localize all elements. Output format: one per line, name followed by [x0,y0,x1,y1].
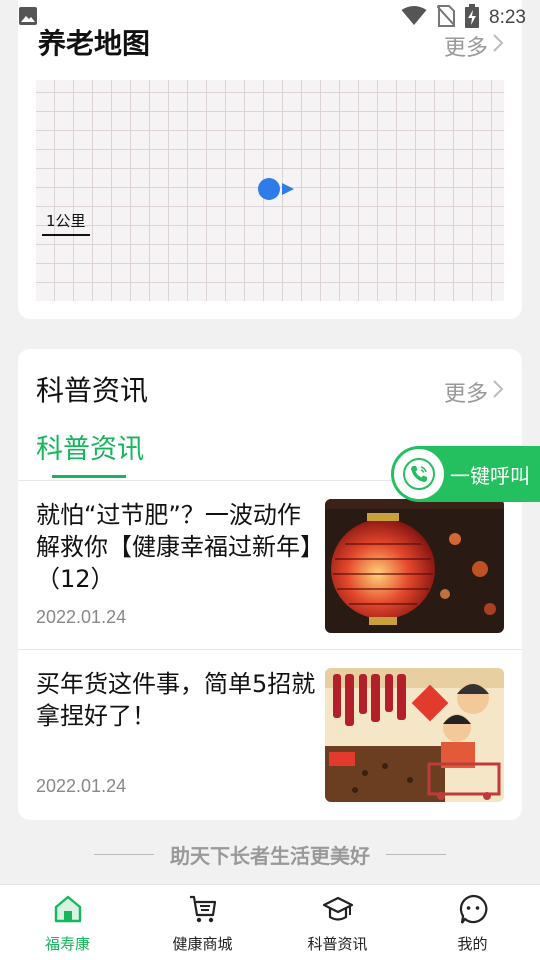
home-icon [52,893,84,929]
map-card: 养老地图 更多 1公里 [18,0,522,319]
heading-arrow-icon [282,183,294,195]
divider [386,854,446,855]
article-title: 就怕“过节肥”？一波动作解救你【健康幸福过新年】（12） [36,501,312,593]
nav-item-label: 健康商城 [172,935,233,953]
nav-item-home[interactable]: 福寿康 [0,885,135,960]
map-scale-bar: 1公里 [42,210,90,236]
chevron-right-icon [492,33,504,59]
article-thumbnail-shopping [325,668,504,802]
current-location-dot [258,178,280,200]
map-view[interactable]: 1公里 [36,80,504,301]
news-card-title: 科普资讯 [36,374,149,407]
battery-charging-icon [465,4,480,32]
nav-item-science-news[interactable]: 科普资讯 [270,885,405,960]
slogan-text: 助天下长者生活更美好 [170,844,370,868]
one-key-call-label: 一键呼叫 [450,463,530,488]
nav-item-label: 科普资讯 [307,935,368,953]
chevron-right-icon [492,379,504,405]
nav-item-label: 我的 [457,935,488,953]
status-bar: 8:23 [0,0,540,36]
news-more-link[interactable]: 更多 [444,376,504,408]
clock: 8:23 [489,7,526,28]
article-item[interactable]: 就怕“过节肥”？一波动作解救你【健康幸福过新年】（12） 2022.01.24 [18,481,522,649]
phone-icon [394,449,444,499]
one-key-call-button[interactable]: 一键呼叫 [391,446,540,502]
article-date: 2022.01.24 [36,607,127,627]
tab-science-news[interactable]: 科普资讯 [36,427,144,466]
news-card: 科普资讯 更多 科普资讯 就怕“过节肥”？一波动作解救你【健康幸福过新年】（12… [18,349,522,820]
graduation-cap-icon [322,893,354,929]
divider [94,854,154,855]
wifi-icon [401,6,427,30]
article-date: 2022.01.24 [36,776,127,796]
footer-slogan: 助天下长者生活更美好 [0,840,540,869]
image-icon [18,6,38,30]
cart-icon [187,893,219,929]
article-title: 买年货这件事，简单5招就拿捏好了！ [36,670,316,730]
article-item[interactable]: 买年货这件事，简单5招就拿捏好了！ 2022.01.24 [18,650,522,818]
nav-item-me[interactable]: 我的 [405,885,540,960]
tab-indicator [52,475,126,478]
no-sim-icon [436,5,456,31]
news-more-label: 更多 [443,382,488,407]
bottom-nav: 福寿康 健康商城 科普资讯 我的 [0,884,540,960]
nav-item-label: 福寿康 [44,935,90,953]
article-thumbnail-lantern [325,499,504,633]
nav-item-health-mall[interactable]: 健康商城 [135,885,270,960]
profile-face-icon [457,893,489,929]
